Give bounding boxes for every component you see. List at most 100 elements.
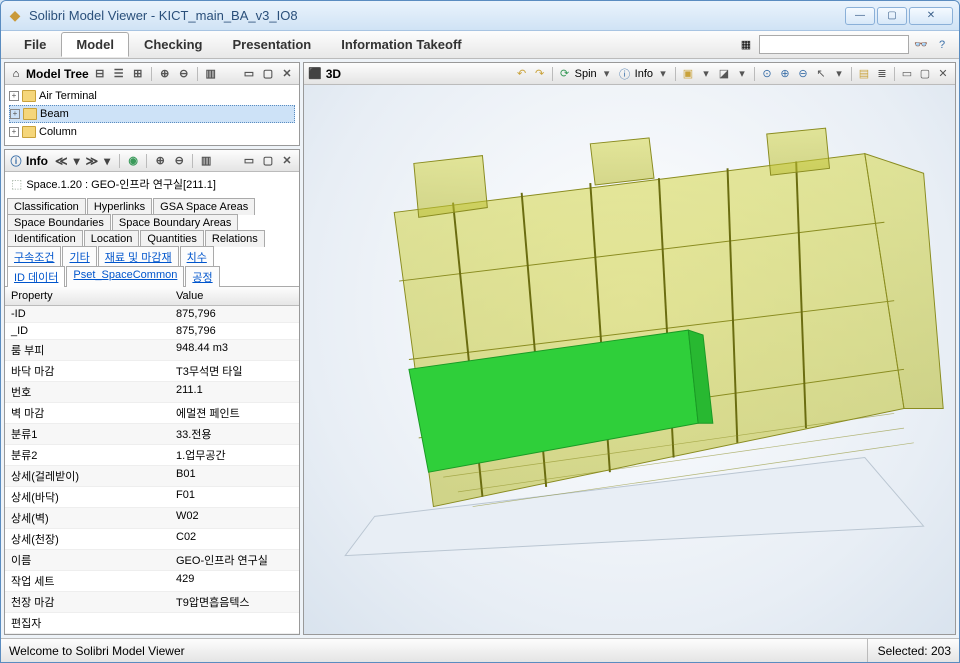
tab-space-boundaries[interactable]: Space Boundaries <box>7 214 111 231</box>
property-row[interactable]: 룸 부피948.44 m3 <box>5 340 299 361</box>
vp-minimize-icon[interactable]: ▭ <box>899 66 915 82</box>
property-row[interactable]: 편집자 <box>5 613 299 634</box>
tab-dimensions[interactable]: 치수 <box>180 246 214 267</box>
tab-etc[interactable]: 기타 <box>62 246 96 267</box>
binoculars-icon[interactable]: 👓 <box>912 36 930 54</box>
expand2-icon[interactable]: ⊕ <box>152 153 168 169</box>
grid2-icon[interactable]: ▥ <box>198 153 214 169</box>
tab-relations[interactable]: Relations <box>205 230 265 247</box>
box-icon[interactable]: ▣ <box>680 66 696 82</box>
tab-constraint[interactable]: 구속조건 <box>7 246 61 267</box>
zoom-fit-icon[interactable]: ⊙ <box>759 66 775 82</box>
refresh-icon[interactable]: ⟳ <box>557 66 573 82</box>
tree-row-beam[interactable]: + Beam <box>9 105 295 123</box>
viewport-3d[interactable] <box>304 85 955 634</box>
expander-icon[interactable]: + <box>9 91 19 101</box>
redo-icon[interactable]: ↷ <box>532 66 548 82</box>
dropdown-icon[interactable]: ▾ <box>599 66 615 82</box>
panel2-maximize-icon[interactable]: ▢ <box>260 153 276 169</box>
expander-icon[interactable]: + <box>10 109 20 119</box>
collapse2-icon[interactable]: ⊖ <box>171 153 187 169</box>
zoom-out-icon[interactable]: ⊖ <box>795 66 811 82</box>
title-bar[interactable]: ◆ Solibri Model Viewer - KICT_main_BA_v3… <box>1 1 959 31</box>
menu-tab-presentation[interactable]: Presentation <box>217 32 326 57</box>
dropdown5-icon[interactable]: ▾ <box>831 66 847 82</box>
undo-icon[interactable]: ↶ <box>514 66 530 82</box>
search-input[interactable] <box>759 35 909 54</box>
model-tree[interactable]: + Air Terminal + Beam + Column <box>5 85 299 143</box>
property-row[interactable]: _ID875,796 <box>5 323 299 340</box>
layers-icon[interactable]: ▤ <box>856 66 872 82</box>
property-row[interactable]: 번호211.1 <box>5 382 299 403</box>
col-property[interactable]: Property <box>5 287 170 305</box>
property-row[interactable]: 벽 마감에멀젼 페인트 <box>5 403 299 424</box>
locate-icon[interactable]: ◉ <box>125 153 141 169</box>
menu-tab-file[interactable]: File <box>9 32 61 57</box>
tab-id-data[interactable]: ID 데이터 <box>7 266 65 287</box>
section-icon[interactable]: ◪ <box>716 66 732 82</box>
tree-row-air-terminal[interactable]: + Air Terminal <box>9 87 295 105</box>
property-row[interactable]: 상세(벽)W02 <box>5 508 299 529</box>
tab-quantities[interactable]: Quantities <box>140 230 204 247</box>
dropdown4-icon[interactable]: ▾ <box>734 66 750 82</box>
tab-gsa-space-areas[interactable]: GSA Space Areas <box>153 198 255 215</box>
property-row[interactable]: 바닥 마감T3무석면 타일 <box>5 361 299 382</box>
nav-first-icon[interactable]: ≪ <box>53 154 70 168</box>
col-value[interactable]: Value <box>170 287 299 305</box>
property-table[interactable]: Property Value -ID875,796_ID875,796룸 부피9… <box>5 287 299 634</box>
tree-tool-3-icon[interactable]: ⊞ <box>130 66 146 82</box>
tab-classification[interactable]: Classification <box>7 198 86 215</box>
tab-pset-spacecommon[interactable]: Pset_SpaceCommon <box>66 266 184 287</box>
menu-tab-info-takeoff[interactable]: Information Takeoff <box>326 32 476 57</box>
tree-tool-1-icon[interactable]: ⊟ <box>92 66 108 82</box>
dropdown2-icon[interactable]: ▾ <box>655 66 671 82</box>
nav-last-icon[interactable]: ▾ <box>102 154 112 168</box>
zoom-in-icon[interactable]: ⊕ <box>777 66 793 82</box>
tab-location[interactable]: Location <box>84 230 140 247</box>
help-icon[interactable]: ? <box>933 36 951 54</box>
dropdown3-icon[interactable]: ▾ <box>698 66 714 82</box>
tab-space-boundary-areas[interactable]: Space Boundary Areas <box>112 214 239 231</box>
pointer-icon[interactable]: ↖ <box>813 66 829 82</box>
layout-icon[interactable]: ▦ <box>737 36 755 54</box>
panel2-close-icon[interactable]: ✕ <box>279 153 295 169</box>
property-row[interactable]: 천장 마감T9압면흡음텍스 <box>5 592 299 613</box>
maximize-button[interactable]: ▢ <box>877 7 907 25</box>
menu-tab-model[interactable]: Model <box>61 32 129 57</box>
property-row[interactable]: 분류133.전용 <box>5 424 299 445</box>
collapse-icon[interactable]: ⊖ <box>176 66 192 82</box>
info-label[interactable]: Info <box>635 68 653 80</box>
tab-process[interactable]: 공정 <box>185 266 219 287</box>
tree-tool-2-icon[interactable]: ☰ <box>111 66 127 82</box>
stack-icon[interactable]: ≣ <box>874 66 890 82</box>
nav-next-icon[interactable]: ≫ <box>84 154 101 168</box>
expand-icon[interactable]: ⊕ <box>157 66 173 82</box>
minimize-button[interactable]: — <box>845 7 875 25</box>
property-row[interactable]: 작업 세트429 <box>5 571 299 592</box>
tab-hyperlinks[interactable]: Hyperlinks <box>87 198 152 215</box>
model-tree-header: ⌂ Model Tree ⊟ ☰ ⊞ ⊕ ⊖ ▥ ▭ ▢ ✕ <box>5 63 299 85</box>
grid-icon[interactable]: ▥ <box>203 66 219 82</box>
property-value: T3무석면 타일 <box>170 361 299 381</box>
tree-row-column[interactable]: + Column <box>9 123 295 141</box>
tab-identification[interactable]: Identification <box>7 230 83 247</box>
nav-prev-icon[interactable]: ▾ <box>72 154 82 168</box>
tab-materials[interactable]: 재료 및 마감재 <box>98 246 179 267</box>
vp-maximize-icon[interactable]: ▢ <box>917 66 933 82</box>
panel-minimize-icon[interactable]: ▭ <box>241 66 257 82</box>
spin-label[interactable]: Spin <box>575 68 597 80</box>
property-row[interactable]: 상세(걸레받이)B01 <box>5 466 299 487</box>
menu-tab-checking[interactable]: Checking <box>129 32 218 57</box>
panel-close-icon[interactable]: ✕ <box>279 66 295 82</box>
vp-close-icon[interactable]: ✕ <box>935 66 951 82</box>
close-button[interactable]: ✕ <box>909 7 953 25</box>
property-row[interactable]: 이름GEO-인프라 연구실 <box>5 550 299 571</box>
property-row[interactable]: -ID875,796 <box>5 306 299 323</box>
property-row[interactable]: 상세(바닥)F01 <box>5 487 299 508</box>
property-row[interactable]: 분류21.업무공간 <box>5 445 299 466</box>
expander-icon[interactable]: + <box>9 127 19 137</box>
property-row[interactable]: 상세(천장)C02 <box>5 529 299 550</box>
panel-maximize-icon[interactable]: ▢ <box>260 66 276 82</box>
panel2-minimize-icon[interactable]: ▭ <box>241 153 257 169</box>
info-tool-icon[interactable]: ⓘ <box>617 66 633 82</box>
